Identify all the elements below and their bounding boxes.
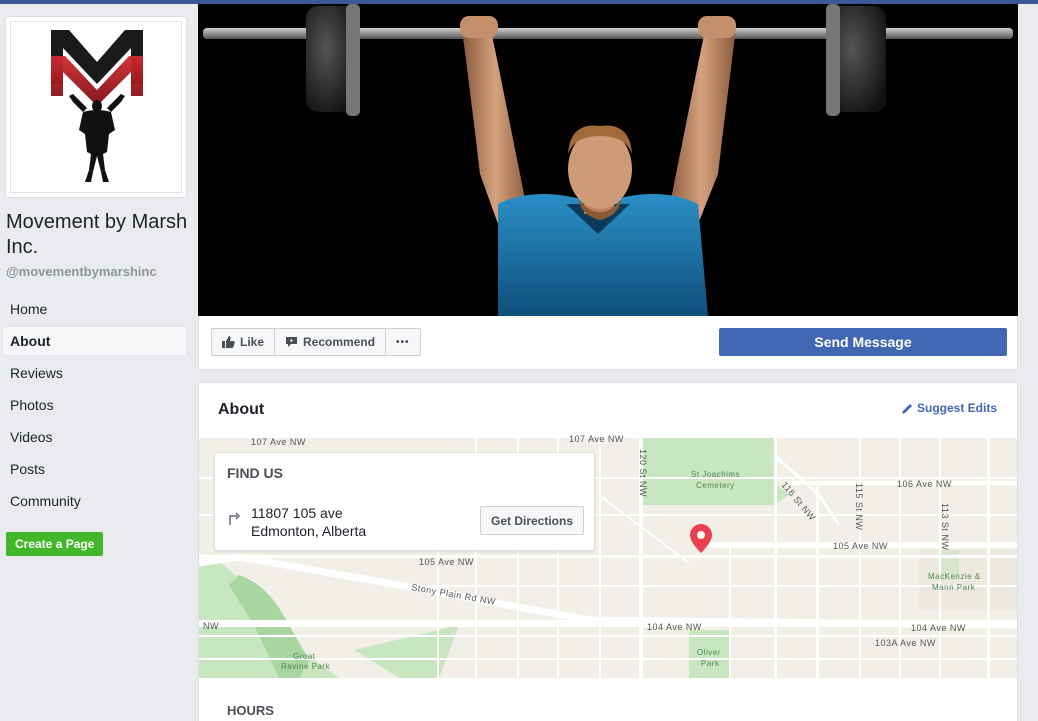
- page-action-bar: Like Recommend ••• Send Message: [198, 316, 1018, 370]
- map-label-105-ave-right: 105 Ave NW: [833, 541, 888, 551]
- map-label-115-st: 115 St NW: [854, 483, 864, 530]
- action-button-group: Like Recommend •••: [211, 328, 421, 356]
- nav-item-community[interactable]: Community: [2, 486, 187, 516]
- more-icon: •••: [396, 336, 410, 348]
- nav-item-home[interactable]: Home: [2, 294, 187, 324]
- thumbs-up-icon: [222, 336, 235, 348]
- page-title[interactable]: Movement by Marsh Inc.: [6, 210, 194, 260]
- map-label-cemetery-2: Cemetery: [696, 481, 735, 490]
- map-label-105-ave-left: 105 Ave NW: [419, 557, 474, 567]
- movement-by-marsh-logo: [51, 30, 143, 182]
- more-options-button[interactable]: •••: [386, 328, 421, 356]
- create-page-button[interactable]: Create a Page: [6, 532, 104, 556]
- map-label-107-ave-mid: 107 Ave NW: [569, 435, 624, 444]
- suggest-edits-label: Suggest Edits: [916, 401, 997, 415]
- nav-item-posts[interactable]: Posts: [2, 454, 187, 484]
- map-label-106-ave: 106 Ave NW: [897, 479, 952, 489]
- nav-item-about[interactable]: About: [2, 326, 187, 356]
- cover-photo[interactable]: [198, 4, 1018, 316]
- page-handle[interactable]: @movementbymarshinc: [6, 264, 157, 279]
- find-us-heading: FIND US: [227, 465, 283, 481]
- hours-heading: HOURS: [227, 703, 274, 718]
- recommend-label: Recommend: [303, 335, 376, 349]
- map-label-mackenzie-2: Mann Park: [932, 583, 976, 592]
- find-us-panel: FIND US 11807 105 ave Edmonton, Alberta …: [214, 452, 595, 551]
- pencil-icon: [901, 403, 912, 414]
- address: 11807 105 ave Edmonton, Alberta: [251, 504, 366, 540]
- directions-icon: [229, 513, 240, 525]
- map-label-oliver-1: Oliver: [697, 648, 721, 657]
- nav-item-videos[interactable]: Videos: [2, 422, 187, 452]
- map-label-107-ave-left: 107 Ave NW: [251, 437, 306, 447]
- map-label-oliver-2: Park: [701, 659, 720, 668]
- map-label-113-st: 113 St NW: [940, 503, 950, 550]
- address-line-1: 11807 105 ave: [251, 505, 343, 521]
- suggest-edits-link[interactable]: Suggest Edits: [901, 401, 997, 415]
- recommend-button[interactable]: Recommend: [275, 328, 387, 356]
- profile-picture[interactable]: [5, 16, 187, 198]
- about-card: About Suggest Edits 107 Ave NW 107 Ave N…: [198, 382, 1018, 721]
- cover-image: [198, 4, 1018, 316]
- page-nav: Home About Reviews Photos Videos Posts C…: [2, 294, 187, 518]
- map-label-104-ave-right: 104 Ave NW: [911, 623, 966, 633]
- map-label-104-ave-mid: 104 Ave NW: [647, 622, 702, 632]
- about-heading: About: [218, 401, 265, 418]
- nav-item-reviews[interactable]: Reviews: [2, 358, 187, 388]
- like-label: Like: [240, 335, 265, 349]
- map-label-120-st: 120 St NW: [638, 449, 648, 497]
- like-button[interactable]: Like: [211, 328, 276, 356]
- get-directions-button[interactable]: Get Directions: [480, 506, 585, 535]
- address-line-2: Edmonton, Alberta: [251, 523, 367, 539]
- send-message-button[interactable]: Send Message: [719, 328, 1007, 356]
- map-label-groat-1: Groat: [293, 652, 316, 661]
- map-label-nw: NW: [203, 621, 219, 631]
- map-label-cemetery-1: St Joachims: [691, 470, 740, 479]
- map-label-mackenzie-1: MacKenzie &: [928, 572, 981, 581]
- location-map[interactable]: 107 Ave NW 107 Ave NW 106 Ave NW 105 Ave…: [199, 435, 1017, 678]
- logo: [10, 21, 182, 193]
- recommend-icon: [286, 337, 298, 347]
- nav-item-photos[interactable]: Photos: [2, 390, 187, 420]
- map-label-103a-ave: 103A Ave NW: [875, 638, 936, 648]
- map-label-groat-2: Ravine Park: [281, 662, 331, 671]
